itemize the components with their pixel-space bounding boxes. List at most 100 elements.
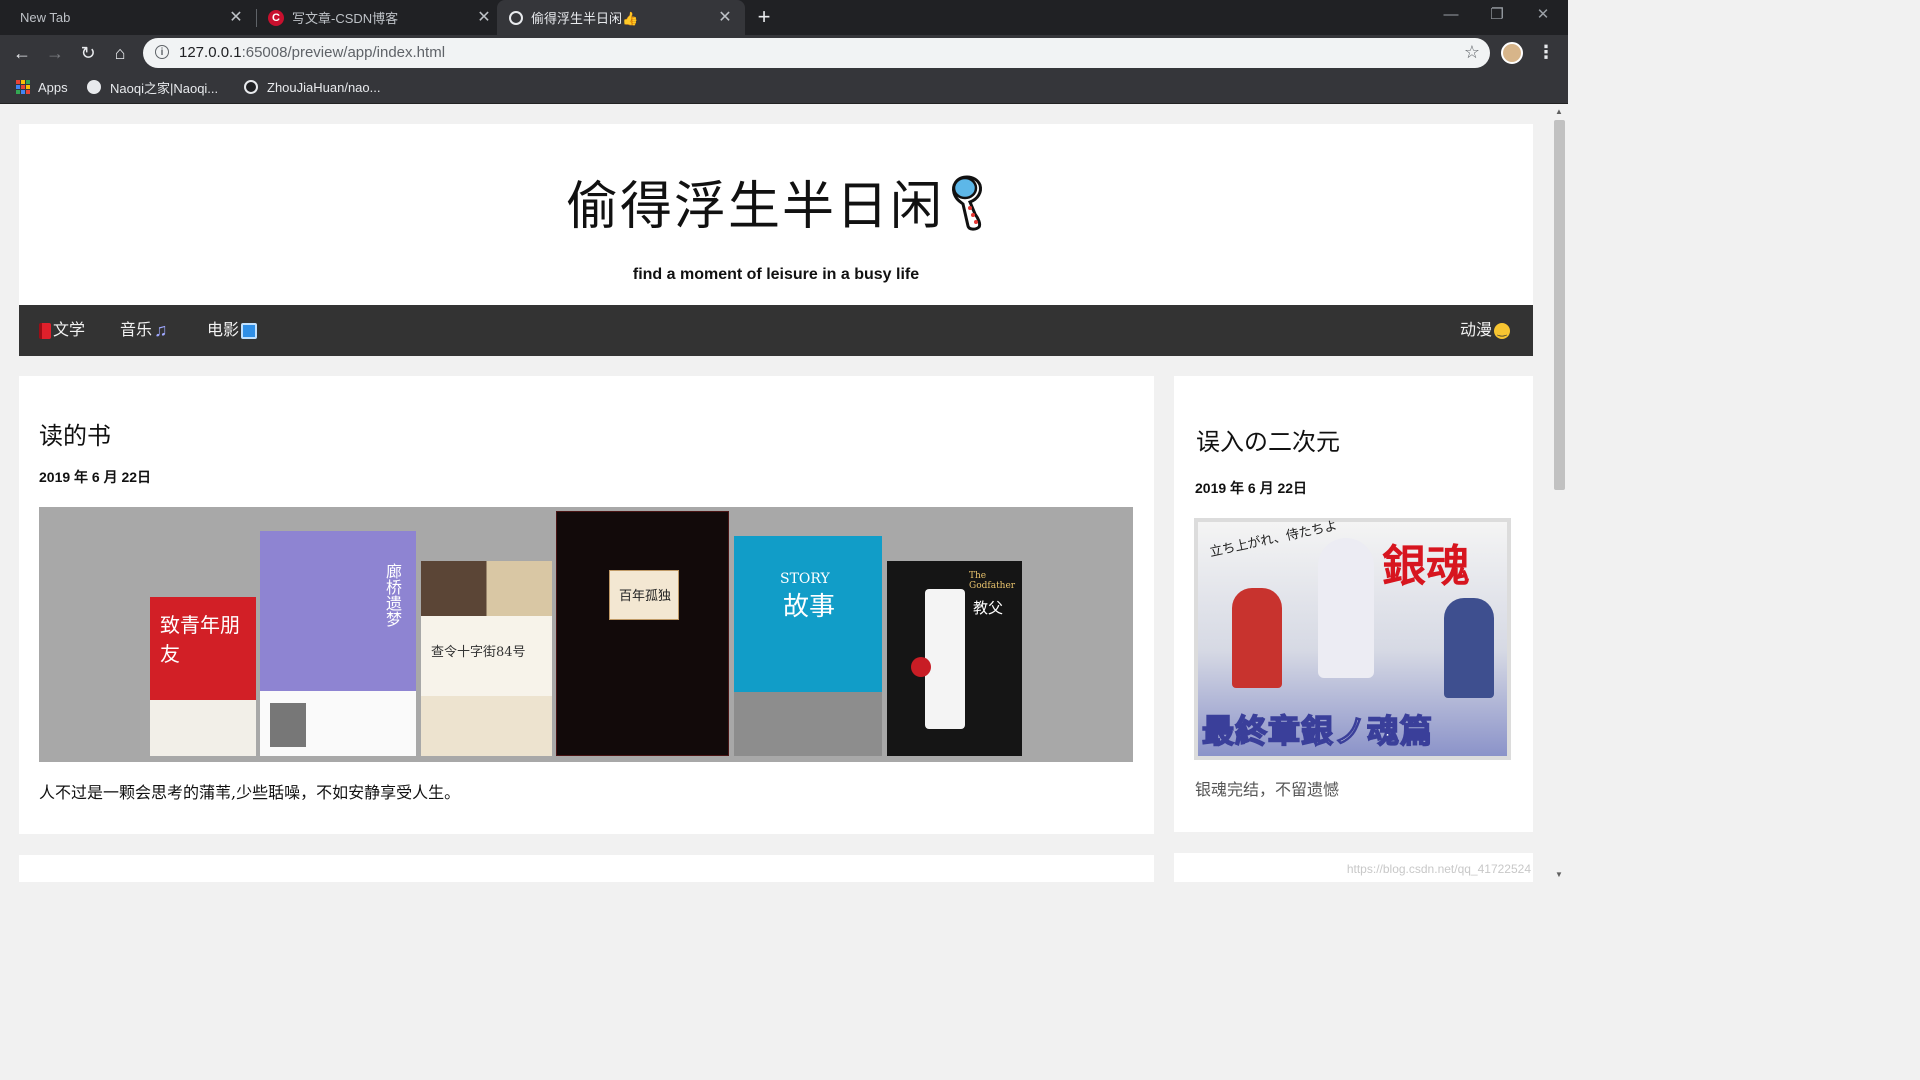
back-arrow-icon[interactable]: ← (10, 41, 34, 65)
scroll-thumb[interactable] (1554, 120, 1565, 490)
url-path: :65008/preview/app/index.html (241, 44, 446, 61)
book-title: 教父 (973, 599, 1004, 617)
book-cover: 查令十字街84号 (421, 561, 552, 756)
nav-label: 音乐 (120, 322, 153, 339)
book-title: 查令十字街84号 (431, 645, 526, 660)
book-label-plate: 百年孤独 (609, 570, 679, 620)
nav-label: 电影 (207, 322, 240, 339)
nav-item-literature[interactable]: 文学 (37, 305, 85, 356)
post-description: 银魂完结，不留遗憾 (1195, 780, 1340, 799)
book-shirt (925, 589, 965, 729)
book-cover: 廊桥遗梦 (260, 531, 416, 756)
url-host: 127.0.0.1 (179, 44, 242, 61)
smiley-icon: ‿ (1494, 322, 1511, 339)
poster-logo: 銀魂 (1382, 541, 1470, 592)
page-viewport: 偷得浮生半日闲 find a moment of leisure in a bu… (0, 104, 1551, 882)
book-subtitle: STORY (780, 571, 830, 587)
bookmark-naoqi[interactable]: Naoqi之家|Naoqi... (87, 77, 218, 97)
csdn-logo-icon: C (268, 9, 284, 26)
book-subtitle: The Godfather (969, 571, 1016, 591)
new-tab-plus-icon[interactable]: + (752, 5, 776, 29)
bookmark-label: Apps (38, 79, 68, 95)
book-cover: 百年孤独 (556, 511, 729, 756)
address-bar[interactable]: i 127.0.0.1:65008/preview/app/index.html… (143, 38, 1490, 68)
music-note-icon: ♫ (154, 320, 168, 340)
post-title: 读的书 (39, 422, 111, 450)
forward-arrow-icon[interactable]: → (43, 41, 67, 65)
tab-csdn[interactable]: C 写文章-CSDN博客 ✕ (256, 0, 504, 35)
bookmark-github[interactable]: ZhouJiaHuan/nao... (244, 77, 380, 97)
apps-grid-icon (16, 80, 30, 94)
book-title: 廊桥遗梦 (383, 563, 402, 627)
book-photo (270, 703, 306, 747)
site-title-text: 偷得浮生半日闲 (565, 177, 944, 237)
nav-item-music[interactable]: 音乐 ♫ (120, 305, 168, 356)
nav-item-movie[interactable]: 电影 (207, 305, 259, 356)
top-navigation: 文学 音乐 ♫ 电影 动漫 ‿ (19, 305, 1533, 356)
home-icon[interactable]: ⌂ (108, 41, 132, 65)
bookmarks-bar: Apps Naoqi之家|Naoqi... ZhouJiaHuan/nao... (0, 71, 1568, 104)
tab-title: New Tab (20, 10, 71, 25)
post-date: 2019 年 6 月 22日 (1195, 480, 1308, 496)
info-icon[interactable]: i (155, 45, 169, 59)
bookmark-apps[interactable]: Apps (16, 77, 68, 97)
tab-title: 偷得浮生半日闲👍 (531, 11, 639, 26)
anime-poster-image[interactable]: 立ち上がれ、侍たちよ 銀魂 最終章銀ノ魂篇 (1194, 518, 1511, 760)
bookmark-star-icon[interactable]: ☆ (1464, 42, 1480, 63)
close-icon[interactable]: ✕ (717, 9, 733, 26)
book-text-block (421, 696, 552, 756)
book-title: 百年孤独 (619, 589, 672, 604)
tab-active-page[interactable]: 偷得浮生半日闲👍 ✕ (497, 0, 745, 35)
csdn-watermark: https://blog.csdn.net/qq_41722524 (1346, 862, 1531, 876)
globe-icon (509, 10, 523, 25)
nav-label: 动漫 (1460, 322, 1493, 339)
nav-item-anime[interactable]: 动漫 ‿ (1460, 305, 1512, 356)
minimize-icon[interactable]: — (1428, 0, 1474, 32)
tab-title: 写文章-CSDN博客 (292, 11, 399, 26)
bookmark-label: ZhouJiaHuan/nao... (267, 79, 381, 95)
browser-toolbar: ← → ↻ ⌂ i 127.0.0.1:65008/preview/app/in… (0, 35, 1568, 71)
browser-tab-strip: New Tab ✕ C 写文章-CSDN博客 ✕ 偷得浮生半日闲👍 ✕ + — … (0, 0, 1568, 35)
profile-avatar[interactable] (1501, 42, 1523, 64)
nav-label: 文学 (53, 322, 86, 339)
book-cover: STORY 故事 (734, 536, 882, 756)
post-card-anime: 误入の二次元 2019 年 6 月 22日 立ち上がれ、侍たちよ 銀魂 最終章銀… (1174, 376, 1533, 832)
red-book-icon (39, 322, 51, 339)
poster-character (1444, 598, 1494, 698)
menu-dots-icon[interactable]: ⋮ (1537, 40, 1555, 64)
poster-character (1318, 538, 1374, 678)
scroll-up-arrow-icon[interactable]: ▲ (1555, 107, 1563, 116)
post-description: 人不过是一颗会思考的蒲苇,少些聒噪，不如安静享受人生。 (39, 783, 461, 802)
balloon-icon (952, 175, 982, 231)
site-title: 偷得浮生半日闲 (19, 164, 1533, 239)
reload-icon[interactable]: ↻ (76, 41, 100, 65)
tab-new-tab[interactable]: New Tab ✕ (8, 0, 256, 35)
books-image[interactable]: 致青年朋友 廊桥遗梦 查令十字街84号 百年孤独 STORY 故事 The Go… (39, 507, 1133, 762)
book-title: 致青年朋友 (160, 613, 240, 666)
page-scrollbar[interactable]: ▲ ▼ (1551, 104, 1568, 882)
close-window-icon[interactable]: ✕ (1520, 0, 1566, 32)
book-title: 故事 (783, 592, 836, 622)
url-text[interactable]: 127.0.0.1:65008/preview/app/index.html (179, 44, 445, 61)
github-icon (244, 80, 258, 94)
book-photo (421, 561, 552, 616)
close-icon[interactable]: ✕ (476, 9, 492, 26)
site-subtitle: find a moment of leisure in a busy life (632, 266, 920, 283)
site-header: 偷得浮生半日闲 find a moment of leisure in a bu… (19, 124, 1533, 306)
book-photo (150, 700, 256, 756)
book-cover: 致青年朋友 (150, 597, 256, 756)
film-icon (241, 322, 258, 339)
poster-character (1232, 588, 1282, 688)
post-title: 误入の二次元 (1196, 428, 1340, 456)
bookmark-label: Naoqi之家|Naoqi... (110, 80, 219, 96)
close-icon[interactable]: ✕ (228, 9, 244, 26)
restore-icon[interactable]: ❐ (1474, 0, 1520, 32)
post-card-books: 读的书 2019 年 6 月 22日 致青年朋友 廊桥遗梦 查令十字街84号 百… (19, 376, 1154, 834)
post-date: 2019 年 6 月 22日 (39, 469, 152, 485)
globe-icon (87, 80, 101, 94)
next-post-card (19, 855, 1154, 882)
book-cover: The Godfather 教父 (887, 561, 1022, 756)
rose-shape (911, 657, 931, 677)
poster-subtitle: 最終章銀ノ魂篇 (1201, 711, 1434, 751)
scroll-down-arrow-icon[interactable]: ▼ (1555, 870, 1563, 879)
